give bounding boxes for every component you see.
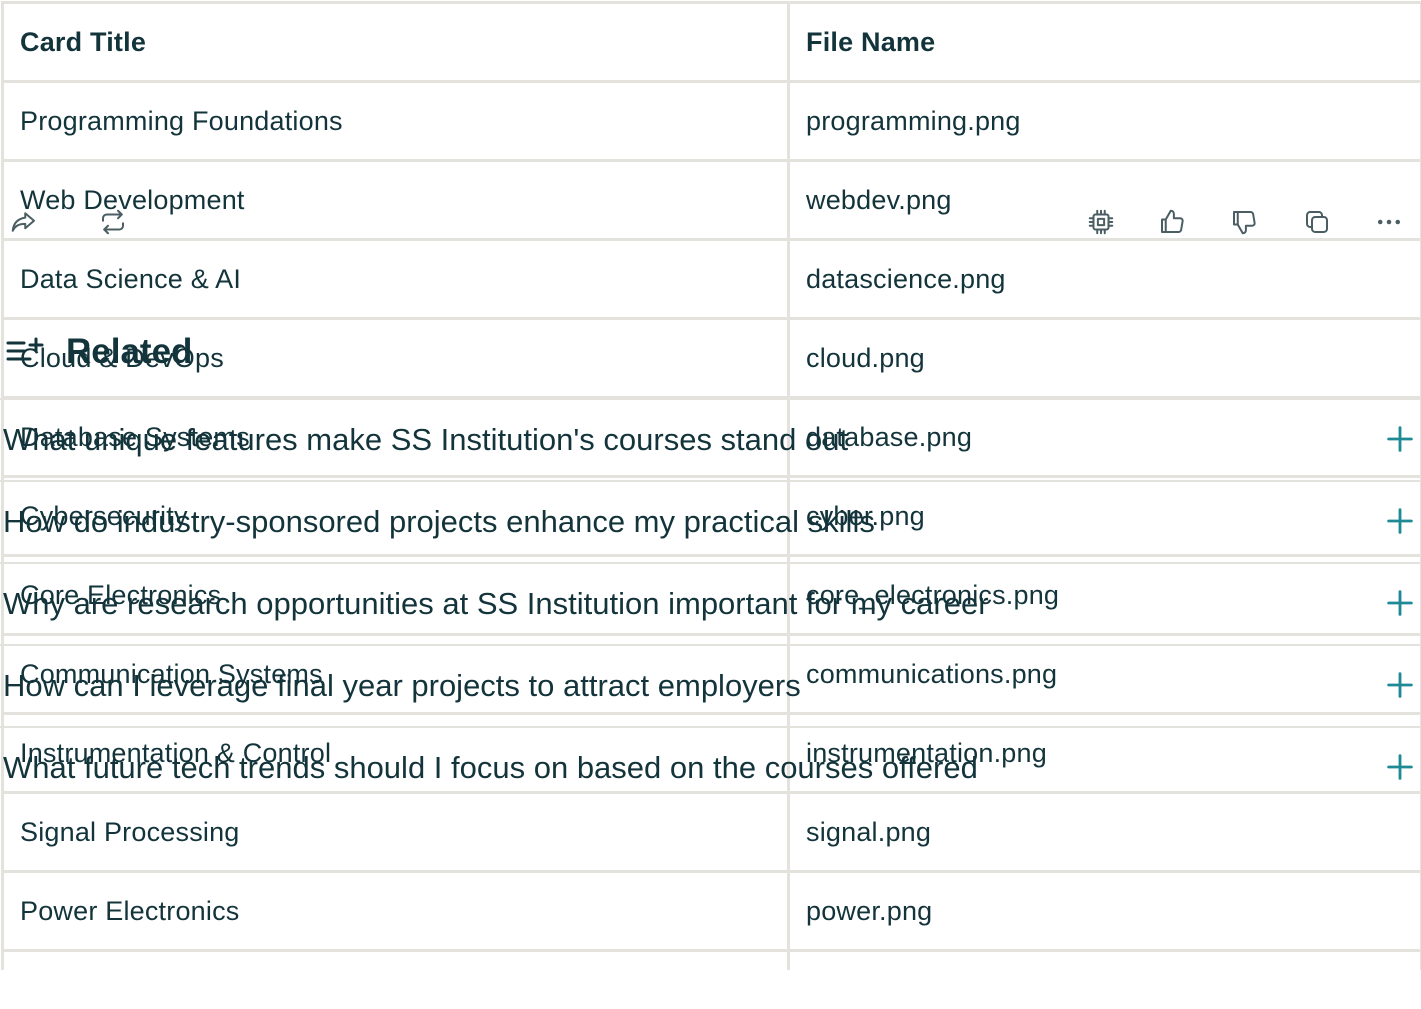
rewrite-icon[interactable] bbox=[93, 202, 133, 242]
data-table: Card Title File Name Programming Foundat… bbox=[1, 1, 1421, 970]
model-chip-icon[interactable] bbox=[1081, 202, 1121, 242]
cell-file-name: power.png bbox=[787, 870, 1421, 952]
cell-file-name: programming.png bbox=[787, 80, 1421, 162]
thumbs-up-icon[interactable] bbox=[1152, 202, 1192, 242]
related-question-text: How can I leverage final year projects t… bbox=[3, 668, 801, 703]
cell-card-title: Power Electronics bbox=[1, 870, 790, 952]
divider bbox=[0, 644, 1421, 646]
plus-icon[interactable] bbox=[1383, 586, 1417, 620]
plus-icon[interactable] bbox=[1383, 668, 1417, 702]
related-header: Related bbox=[6, 330, 192, 374]
copy-icon[interactable] bbox=[1297, 202, 1337, 242]
cell-file-name: signal.png bbox=[787, 791, 1421, 873]
table-header-row: Card Title File Name bbox=[1, 1, 1421, 83]
related-question[interactable]: How do industry-sponsored projects enhan… bbox=[0, 500, 1421, 548]
table-row: Programming Foundations programming.png bbox=[1, 80, 1421, 162]
table-row: Data Science & AI datascience.png bbox=[1, 238, 1421, 320]
cell-card-title: Data Science & AI bbox=[1, 238, 790, 320]
share-icon[interactable] bbox=[4, 202, 44, 242]
table-row: Web Development webdev.png bbox=[1, 159, 1421, 241]
cell-file-name bbox=[787, 949, 1421, 970]
related-question-text: What future tech trends should I focus o… bbox=[3, 750, 978, 785]
table-row-partial bbox=[1, 949, 1421, 970]
related-question-text: Why are research opportunities at SS Ins… bbox=[3, 586, 989, 621]
plus-icon[interactable] bbox=[1383, 422, 1417, 456]
column-header-card-title: Card Title bbox=[1, 1, 790, 83]
divider bbox=[0, 726, 1421, 728]
cell-file-name: cloud.png bbox=[787, 317, 1421, 399]
divider bbox=[0, 398, 1421, 400]
column-header-file-name: File Name bbox=[787, 1, 1421, 83]
related-question[interactable]: Why are research opportunities at SS Ins… bbox=[0, 582, 1421, 630]
cell-card-title: Programming Foundations bbox=[1, 80, 790, 162]
related-question[interactable]: What future tech trends should I focus o… bbox=[0, 746, 1421, 794]
table-row: Signal Processing signal.png bbox=[1, 791, 1421, 873]
related-question[interactable]: How can I leverage final year projects t… bbox=[0, 664, 1421, 712]
cell-card-title: Signal Processing bbox=[1, 791, 790, 873]
related-question[interactable]: What unique features make SS Institution… bbox=[0, 418, 1421, 466]
cell-card-title bbox=[1, 949, 790, 970]
related-question-text: How do industry-sponsored projects enhan… bbox=[3, 504, 875, 539]
thumbs-down-icon[interactable] bbox=[1224, 202, 1264, 242]
divider bbox=[0, 562, 1421, 564]
table-row: Cloud & DevOps cloud.png bbox=[1, 317, 1421, 399]
table-row: Power Electronics power.png bbox=[1, 870, 1421, 952]
divider bbox=[0, 480, 1421, 482]
related-list-icon bbox=[6, 337, 44, 367]
related-title: Related bbox=[66, 332, 193, 371]
cell-file-name: datascience.png bbox=[787, 238, 1421, 320]
plus-icon[interactable] bbox=[1383, 504, 1417, 538]
related-question-text: What unique features make SS Institution… bbox=[3, 422, 849, 457]
more-icon[interactable] bbox=[1369, 202, 1409, 242]
plus-icon[interactable] bbox=[1383, 750, 1417, 784]
